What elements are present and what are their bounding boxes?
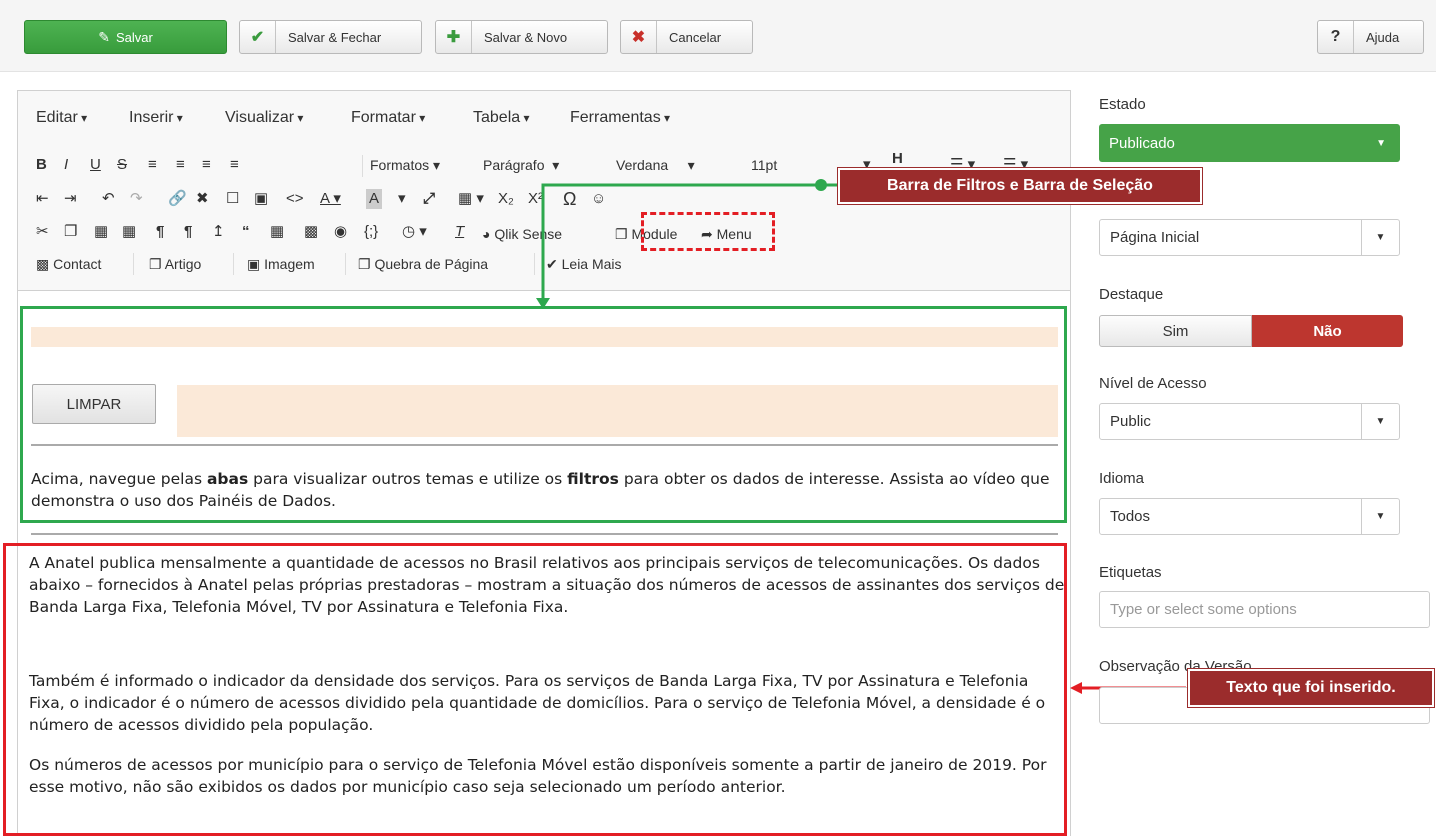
green-dot — [815, 179, 827, 191]
caret-down-icon: ▼ — [1361, 499, 1399, 534]
green-arrow — [541, 183, 838, 300]
idioma-label: Idioma — [1099, 470, 1145, 487]
idioma-select[interactable]: Todos ▼ — [1099, 498, 1400, 535]
caret-down-icon: ▼ — [1361, 220, 1399, 255]
red-arrowhead — [1070, 682, 1082, 694]
nivel-label: Nível de Acesso — [1099, 375, 1207, 392]
nivel-select[interactable]: Public ▼ — [1099, 403, 1400, 440]
caret-down-icon: ▼ — [1361, 404, 1399, 439]
etiquetas-input[interactable]: Type or select some options — [1099, 591, 1430, 628]
nao-option[interactable]: Não — [1252, 315, 1403, 347]
etiquetas-label: Etiquetas — [1099, 564, 1162, 581]
pagina-select[interactable]: Página Inicial ▼ — [1099, 219, 1400, 256]
inserted-callout: Texto que foi inserido. — [1187, 668, 1435, 708]
destaque-label: Destaque — [1099, 286, 1164, 303]
green-arrowhead — [536, 298, 550, 309]
destaque-toggle: Sim Não — [1099, 315, 1403, 347]
filters-callout: Barra de Filtros e Barra de Seleção — [837, 167, 1203, 205]
caret-down-icon: ▼ — [1376, 138, 1386, 149]
estado-select[interactable]: Publicado ▼ — [1099, 124, 1400, 162]
article-edit-page: ✎ Salvar ✔ Salvar & Fechar ✚ Salvar & No… — [0, 0, 1436, 836]
sim-option[interactable]: Sim — [1099, 315, 1252, 347]
estado-label: Estado — [1099, 96, 1146, 113]
